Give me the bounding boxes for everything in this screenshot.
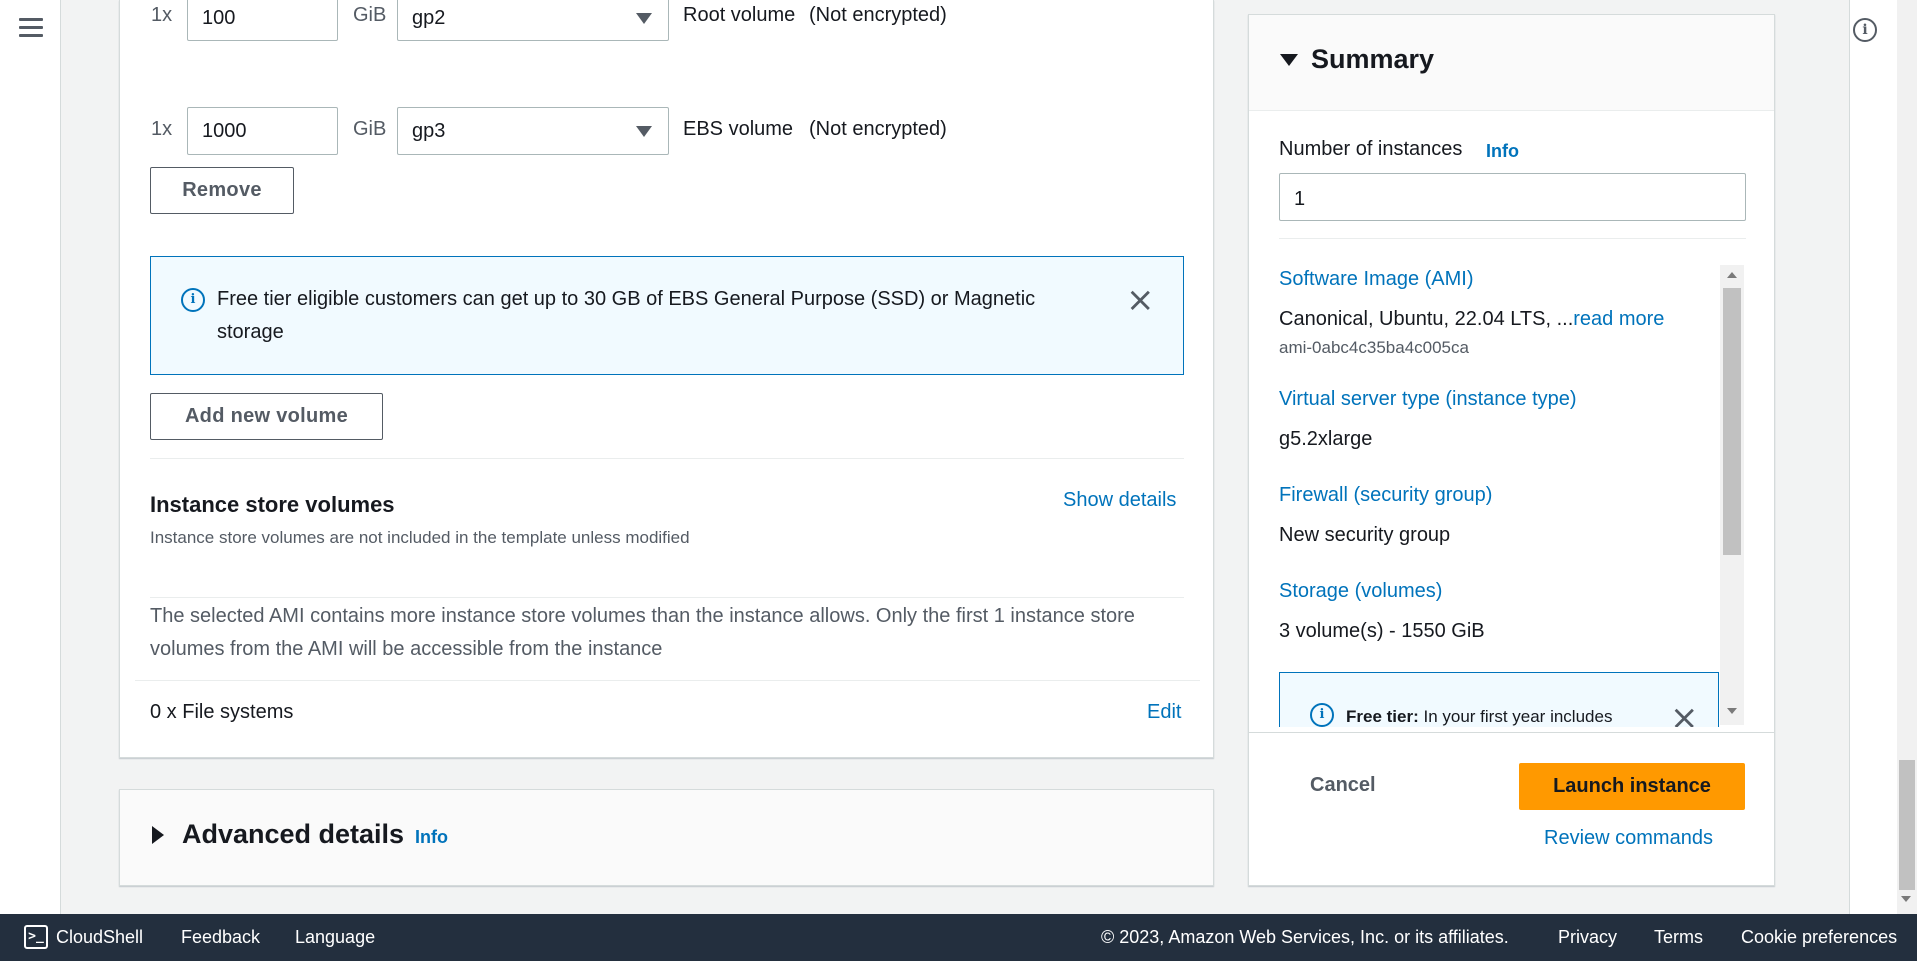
instance-store-note: The selected AMI contains more instance … xyxy=(150,605,1135,660)
file-systems-edit-link[interactable]: Edit xyxy=(1147,701,1181,724)
volume-type-select[interactable]: gp2 xyxy=(397,0,669,41)
volume-size-input[interactable]: 1000 xyxy=(187,107,338,155)
instance-store-title: Instance store volumes xyxy=(150,492,395,517)
volume-count: 1x xyxy=(151,118,173,140)
instance-type-title-link[interactable]: Virtual server type (instance type) xyxy=(1279,388,1577,411)
volume-type-value: gp2 xyxy=(412,7,446,29)
chevron-down-icon xyxy=(636,13,652,24)
cookie-preferences-link[interactable]: Cookie preferences xyxy=(1741,927,1897,948)
hamburger-menu-icon[interactable] xyxy=(19,18,43,38)
chevron-down-icon xyxy=(636,126,652,137)
privacy-link[interactable]: Privacy xyxy=(1558,927,1617,948)
summary-title[interactable]: Summary xyxy=(1311,44,1434,75)
cancel-button[interactable]: Cancel xyxy=(1310,774,1376,797)
copyright-text: © 2023, Amazon Web Services, Inc. or its… xyxy=(1101,927,1509,947)
terminal-icon[interactable]: >_ xyxy=(24,925,48,949)
divider xyxy=(150,597,1184,598)
free-tier-bold: Free tier: xyxy=(1346,707,1419,726)
summary-details-scroll-area[interactable]: Software Image (AMI) Canonical, Ubuntu, … xyxy=(1279,265,1749,727)
free-tier-alert-text: Free tier eligible customers can get up … xyxy=(217,288,1036,343)
storage-value: 3 volume(s) - 1550 GiB xyxy=(1279,620,1485,642)
read-more-link[interactable]: read more xyxy=(1573,308,1664,330)
volume-type-value: gp3 xyxy=(412,120,446,142)
file-systems-label: 0 x File systems xyxy=(150,701,294,723)
page-scroll-thumb[interactable] xyxy=(1899,760,1915,890)
caret-right-icon[interactable] xyxy=(152,826,164,844)
review-commands-link[interactable]: Review commands xyxy=(1544,827,1713,850)
volume-label: Root volume xyxy=(683,4,796,26)
scroll-up-icon[interactable] xyxy=(1727,272,1737,278)
firewall-value: New security group xyxy=(1279,524,1451,546)
footer-bar: >_ CloudShell Feedback Language © 2023, … xyxy=(0,914,1917,961)
volume-encryption: (Not encrypted) xyxy=(809,118,947,140)
ami-title-link[interactable]: Software Image (AMI) xyxy=(1279,268,1474,291)
ami-value: Canonical, Ubuntu, 22.04 LTS, ... xyxy=(1279,308,1574,330)
storage-title-link[interactable]: Storage (volumes) xyxy=(1279,580,1442,603)
volume-size-input[interactable]: 100 xyxy=(187,0,338,41)
volume-unit: GiB xyxy=(353,4,387,26)
num-instances-info-link[interactable]: Info xyxy=(1486,141,1519,162)
ami-id: ami-0abc4c35ba4c005ca xyxy=(1279,338,1469,357)
free-tier-alert: i Free tier eligible customers can get u… xyxy=(150,256,1184,375)
volume-unit: GiB xyxy=(353,118,387,140)
advanced-details-title[interactable]: Advanced details xyxy=(182,819,404,850)
terms-link[interactable]: Terms xyxy=(1654,927,1703,948)
language-link[interactable]: Language xyxy=(295,927,375,948)
info-circle-icon[interactable]: i xyxy=(1853,18,1877,42)
cloudshell-link[interactable]: CloudShell xyxy=(56,927,143,948)
caret-down-icon[interactable] xyxy=(1280,54,1298,66)
firewall-title-link[interactable]: Firewall (security group) xyxy=(1279,484,1492,507)
num-instances-label: Number of instances xyxy=(1279,138,1463,160)
num-instances-input[interactable]: 1 xyxy=(1279,173,1746,221)
volume-encryption: (Not encrypted) xyxy=(809,4,947,26)
volume-label: EBS volume xyxy=(683,118,794,140)
show-details-link[interactable]: Show details xyxy=(1063,489,1176,512)
free-tier-summary-alert: i Free tier: In your first year includes… xyxy=(1279,672,1719,727)
volume-count: 1x xyxy=(151,4,173,26)
divider xyxy=(150,458,1184,459)
free-tier-text: In your first year includes xyxy=(1418,707,1613,726)
instance-type-value: g5.2xlarge xyxy=(1279,428,1373,450)
left-nav-rail xyxy=(0,0,61,914)
remove-volume-button[interactable]: Remove xyxy=(150,167,294,214)
divider xyxy=(135,680,1200,681)
info-circle-icon: i xyxy=(1310,703,1334,727)
scroll-down-icon[interactable] xyxy=(1901,896,1911,902)
divider xyxy=(1249,732,1774,733)
volume-type-select[interactable]: gp3 xyxy=(397,107,669,155)
close-icon[interactable]: × xyxy=(1126,283,1155,317)
scroll-down-icon[interactable] xyxy=(1727,708,1737,714)
summary-scroll-thumb[interactable] xyxy=(1723,288,1741,555)
feedback-link[interactable]: Feedback xyxy=(181,927,260,948)
divider xyxy=(1279,238,1746,239)
close-icon[interactable]: × xyxy=(1670,701,1699,727)
instance-store-subtitle: Instance store volumes are not included … xyxy=(150,528,690,547)
advanced-details-info-link[interactable]: Info xyxy=(415,827,448,848)
info-circle-icon: i xyxy=(181,288,205,312)
add-new-volume-button[interactable]: Add new volume xyxy=(150,393,383,440)
launch-instance-button[interactable]: Launch instance xyxy=(1519,763,1745,810)
